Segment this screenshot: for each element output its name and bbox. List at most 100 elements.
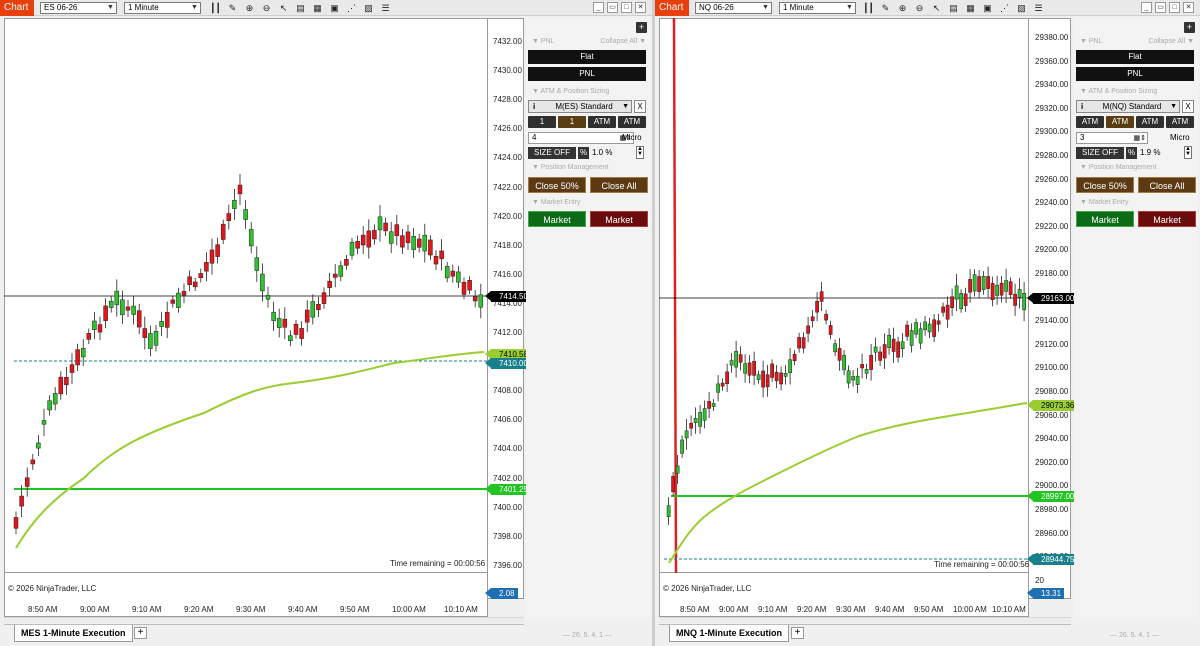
maximize-icon[interactable]: □: [621, 2, 632, 13]
settings-icon[interactable]: ☰: [1032, 2, 1045, 14]
restore-icon[interactable]: ▭: [1155, 2, 1166, 13]
close-icon[interactable]: ✕: [1183, 2, 1194, 13]
price-axis[interactable]: [488, 18, 524, 599]
horizontal-scrollbar[interactable]: [4, 617, 524, 623]
plus-icon[interactable]: +: [636, 22, 647, 33]
zoom-in-icon[interactable]: ⊕: [243, 2, 256, 14]
chart-menu-button[interactable]: Chart: [0, 0, 34, 16]
draw-icon[interactable]: ✎: [226, 2, 239, 14]
maximize-icon[interactable]: □: [1169, 2, 1180, 13]
zoom-out-icon[interactable]: ⊖: [913, 2, 926, 14]
risk-stepper[interactable]: ▲ ▼: [636, 146, 644, 159]
entry-section-header[interactable]: ▼ Market Entry: [1080, 199, 1198, 206]
instrument-selector[interactable]: ES 06-26 ▼: [40, 2, 117, 14]
size-off-button[interactable]: SIZE OFF: [1076, 147, 1124, 159]
candlestick-chart[interactable]: [659, 17, 1029, 574]
size-off-button[interactable]: SIZE OFF: [528, 147, 576, 159]
remove-atm-button[interactable]: X: [1182, 100, 1194, 113]
atm-section-header[interactable]: ▼ ATM & Position Sizing: [532, 88, 650, 95]
market-buy-button[interactable]: Market: [1076, 211, 1134, 227]
quantity-input[interactable]: 3 ▦⇕: [1076, 132, 1148, 144]
position-section-header[interactable]: ▼ Position Management: [1080, 164, 1198, 171]
plus-icon[interactable]: +: [1184, 22, 1195, 33]
data-box-icon[interactable]: ▤: [947, 2, 960, 14]
properties-icon[interactable]: ▧: [362, 2, 375, 14]
risk-stepper[interactable]: ▲ ▼: [1184, 146, 1192, 159]
tab-mnq-execution[interactable]: MNQ 1-Minute Execution: [669, 625, 790, 642]
price-tick-label: 29060.00: [1035, 410, 1069, 420]
percent-button[interactable]: %: [1126, 147, 1137, 159]
add-tab-icon[interactable]: +: [134, 627, 147, 639]
cursor-icon[interactable]: ↖: [930, 2, 943, 14]
candle: [1013, 283, 1017, 316]
properties-icon[interactable]: ▧: [1015, 2, 1028, 14]
chart-trader-icon[interactable]: ▦: [311, 2, 324, 14]
quantity-input[interactable]: 4 ▦⇕: [528, 132, 634, 144]
bar-type-icon[interactable]: ┃┃: [862, 2, 875, 14]
instrument-value: ES 06-26: [44, 3, 78, 12]
strategies-icon[interactable]: ▣: [328, 2, 341, 14]
market-sell-button[interactable]: Market: [1138, 211, 1196, 227]
close-all-button[interactable]: Close All: [590, 177, 648, 193]
instrument-selector[interactable]: NQ 06-26 ▼: [695, 2, 772, 14]
candlestick-chart[interactable]: [4, 18, 488, 573]
chart-trader-icon[interactable]: ▦: [964, 2, 977, 14]
atm-preset-2[interactable]: ATM: [1106, 116, 1134, 128]
atm-preset-2[interactable]: ATM: [618, 116, 646, 128]
atm-section-header[interactable]: ▼ ATM & Position Sizing: [1080, 88, 1198, 95]
market-buy-button[interactable]: Market: [528, 211, 586, 227]
price-tick-label: 29200.00: [1035, 245, 1069, 255]
candle: [400, 228, 405, 254]
close-all-button[interactable]: Close All: [1138, 177, 1196, 193]
atm-preset-1[interactable]: ATM: [588, 116, 616, 128]
indicators-icon[interactable]: ⋰: [345, 2, 358, 14]
collapse-all-link[interactable]: Collapse All ▼: [1149, 38, 1194, 45]
time-tick-label: 8:50 AM: [28, 605, 58, 614]
candle: [360, 226, 366, 255]
qty-preset-2[interactable]: 1: [558, 116, 586, 128]
strategies-icon[interactable]: ▣: [981, 2, 994, 14]
atm-preset-3[interactable]: ATM: [1136, 116, 1164, 128]
data-box-icon[interactable]: ▤: [294, 2, 307, 14]
close-icon[interactable]: ✕: [635, 2, 646, 13]
bar-type-icon[interactable]: ┃┃: [209, 2, 222, 14]
interval-selector[interactable]: 1 Minute ▼: [779, 2, 856, 14]
add-tab-icon[interactable]: +: [791, 627, 804, 639]
draw-icon[interactable]: ✎: [879, 2, 892, 14]
pnl-section-header[interactable]: ▼ PNL Collapse All ▼: [1080, 38, 1198, 45]
position-section-header[interactable]: ▼ Position Management: [532, 164, 650, 171]
calculator-icon[interactable]: ▦⇕: [1134, 134, 1146, 144]
candle: [774, 365, 779, 388]
minimize-icon[interactable]: _: [593, 2, 604, 13]
candle: [108, 296, 114, 313]
horizontal-scrollbar[interactable]: [659, 617, 1071, 623]
zoom-out-icon[interactable]: ⊖: [260, 2, 273, 14]
settings-icon[interactable]: ☰: [379, 2, 392, 14]
remove-atm-button[interactable]: X: [634, 100, 646, 113]
tab-mes-execution[interactable]: MES 1-Minute Execution: [14, 625, 133, 642]
indicators-icon[interactable]: ⋰: [998, 2, 1011, 14]
candle: [136, 303, 142, 334]
candle: [92, 311, 97, 339]
market-sell-button[interactable]: Market: [590, 211, 648, 227]
atm-template-select[interactable]: i M(NQ) Standard ▼: [1076, 100, 1180, 113]
qty-preset-1[interactable]: 1: [528, 116, 556, 128]
entry-section-header[interactable]: ▼ Market Entry: [532, 199, 650, 206]
zoom-in-icon[interactable]: ⊕: [896, 2, 909, 14]
atm-preset-1[interactable]: ATM: [1076, 116, 1104, 128]
cursor-icon[interactable]: ↖: [277, 2, 290, 14]
percent-button[interactable]: %: [578, 147, 589, 159]
collapse-all-link[interactable]: Collapse All ▼: [601, 38, 646, 45]
pnl-section-header[interactable]: ▼ PNL Collapse All ▼: [532, 38, 650, 45]
atm-template-select[interactable]: i M(ES) Standard ▼: [528, 100, 632, 113]
close-50-button[interactable]: Close 50%: [1076, 177, 1134, 193]
atm-preset-4[interactable]: ATM: [1166, 116, 1194, 128]
minimize-icon[interactable]: _: [1141, 2, 1152, 13]
vwap-line: [15, 351, 485, 549]
close-50-button[interactable]: Close 50%: [528, 177, 586, 193]
interval-selector[interactable]: 1 Minute ▼: [124, 2, 201, 14]
chart-trader-panel: + ▼ PNL Collapse All ▼ Flat PNL ▼ ATM & P…: [526, 18, 650, 617]
chart-menu-button[interactable]: Chart: [655, 0, 689, 16]
candle: [411, 228, 416, 258]
restore-icon[interactable]: ▭: [607, 2, 618, 13]
